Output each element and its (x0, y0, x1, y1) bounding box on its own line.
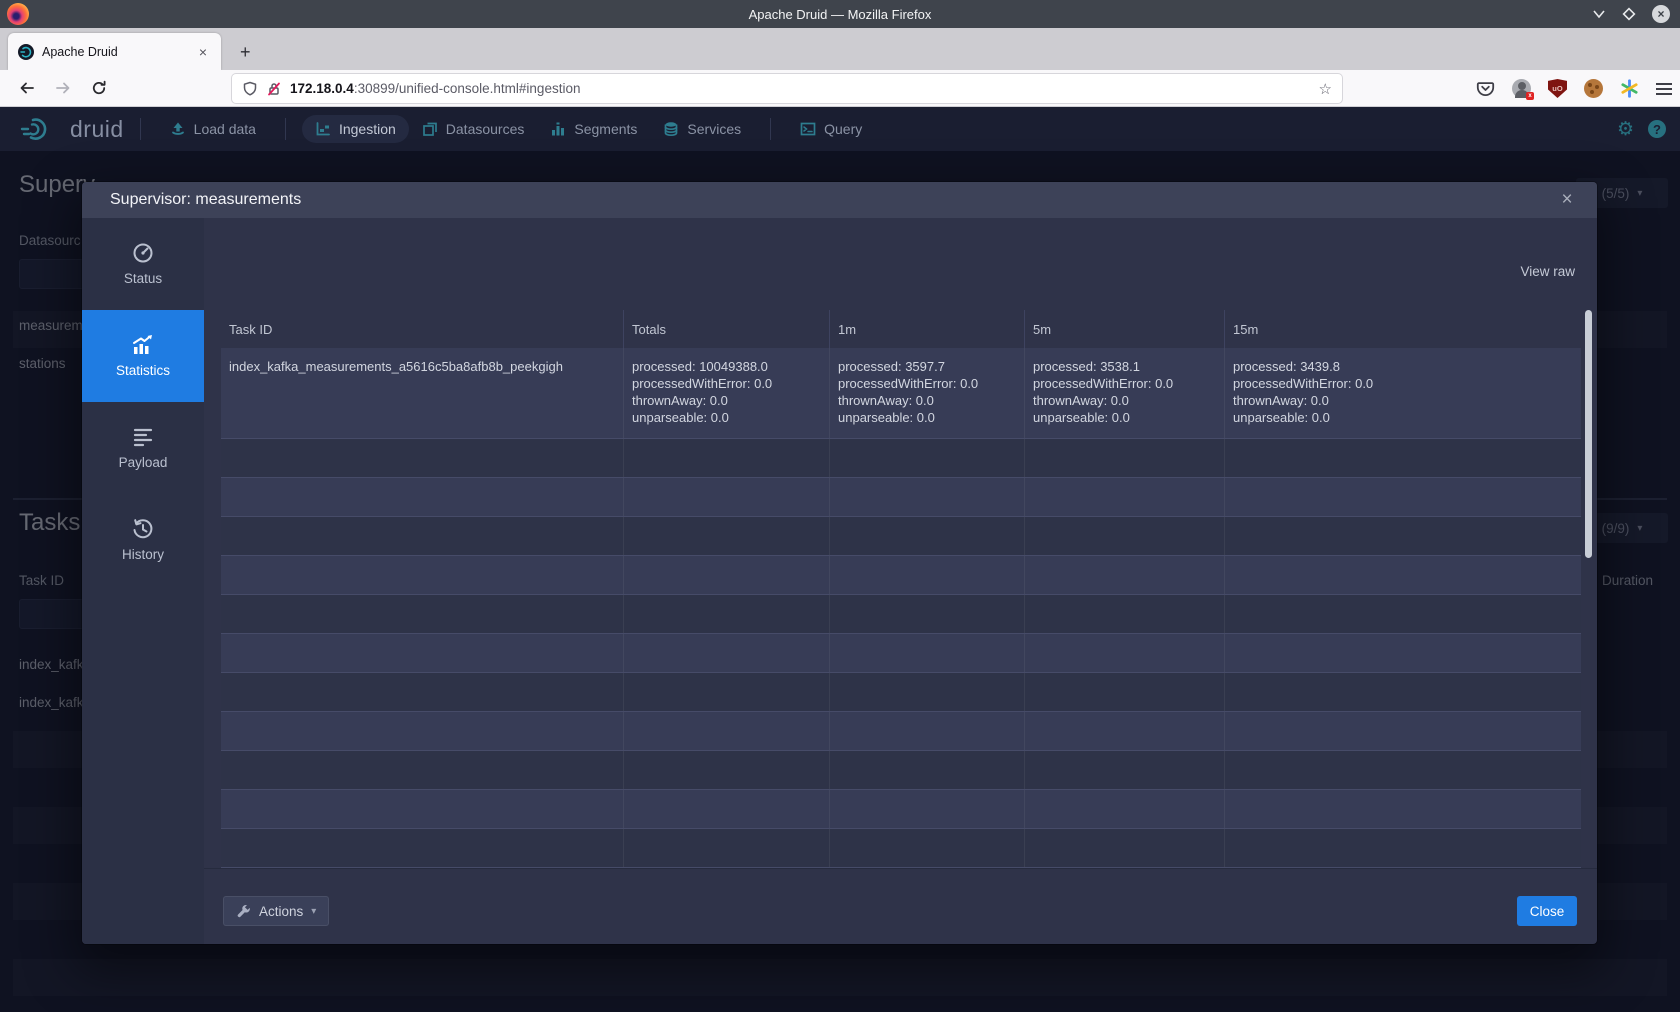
druid-logo-icon (20, 114, 62, 144)
druid-brand-text: druid (70, 116, 124, 143)
history-clock-icon (132, 518, 154, 540)
table-row[interactable]: index_kafka_measurements_a5616c5ba8afb8b… (221, 348, 1581, 438)
druid-logo[interactable]: druid (20, 114, 124, 144)
table-row (221, 477, 1581, 516)
nav-item-segments[interactable]: Segments (537, 115, 650, 143)
chart-increase-icon (131, 334, 155, 356)
cell-5m: processed: 3538.1 processedWithError: 0.… (1024, 348, 1224, 438)
view-raw-link[interactable]: View raw (1520, 264, 1575, 279)
firefox-logo-icon (7, 3, 29, 25)
ublock-origin-icon[interactable]: uO (1548, 79, 1567, 98)
tab-title: Apache Druid (42, 45, 187, 59)
window-titlebar: Apache Druid — Mozilla Firefox × (0, 0, 1680, 28)
table-row (221, 711, 1581, 750)
dialog-close-icon[interactable]: × (1555, 188, 1579, 212)
table-row (221, 789, 1581, 828)
chevron-down-icon: ▾ (311, 906, 316, 917)
table-row (221, 672, 1581, 711)
window-minimize-icon[interactable] (1592, 7, 1606, 21)
nav-divider (140, 118, 141, 140)
segments-icon (550, 121, 566, 137)
url-bar[interactable]: 172.18.0.4:30899/unified-console.html#in… (232, 74, 1342, 103)
cell-1m: processed: 3597.7 processedWithError: 0.… (829, 348, 1024, 438)
table-row (221, 750, 1581, 789)
colorful-extension-icon[interactable] (1620, 79, 1639, 98)
help-icon[interactable]: ? (1648, 120, 1666, 138)
table-row (221, 633, 1581, 672)
nav-item-load-data[interactable]: Load data (157, 115, 269, 143)
cookie-extension-icon[interactable] (1584, 79, 1603, 98)
dialog-content: View raw Task ID Totals 1m 5m 15m index_… (204, 218, 1597, 868)
url-text[interactable]: 172.18.0.4:30899/unified-console.html#in… (290, 81, 1311, 96)
empty-rows (221, 438, 1581, 868)
table-scrollbar[interactable] (1585, 310, 1592, 558)
insecure-lock-icon[interactable] (266, 81, 282, 97)
dialog-header: Supervisor: measurements × (82, 182, 1597, 218)
upload-icon (170, 121, 186, 137)
tab-statistics[interactable]: Statistics (82, 310, 204, 402)
tracking-shield-icon[interactable] (242, 81, 258, 97)
tab-close-icon[interactable]: × (195, 43, 211, 61)
pocket-icon[interactable] (1476, 79, 1495, 98)
druid-favicon (18, 44, 34, 60)
nav-divider (285, 118, 286, 140)
dialog-sidebar: Status Statistics Pay (82, 218, 204, 944)
col-header-totals[interactable]: Totals (623, 310, 829, 348)
back-icon[interactable] (12, 74, 42, 102)
table-row (221, 594, 1581, 633)
nav-item-datasources[interactable]: Datasources (409, 115, 538, 143)
col-header-task-id[interactable]: Task ID (221, 310, 623, 348)
tab-payload[interactable]: Payload (82, 402, 204, 494)
screen: Apache Druid — Mozilla Firefox × Apache … (0, 0, 1680, 1012)
window-close-icon[interactable]: × (1652, 5, 1670, 23)
table-row (221, 555, 1581, 594)
nav-item-ingestion[interactable]: Ingestion (302, 115, 409, 143)
new-tab-button[interactable]: + (232, 40, 259, 64)
window-title: Apache Druid — Mozilla Firefox (0, 7, 1680, 22)
datasources-icon (422, 121, 438, 137)
dialog-title: Supervisor: measurements (110, 191, 301, 209)
cell-15m: processed: 3439.8 processedWithError: 0.… (1224, 348, 1581, 438)
tab-status[interactable]: Status (82, 218, 204, 310)
dashboard-gauge-icon (132, 242, 154, 264)
col-header-15m[interactable]: 15m (1224, 310, 1581, 348)
druid-navbar: druid Load data Ingestion Datasources (0, 107, 1680, 151)
reload-icon[interactable] (84, 74, 114, 102)
tab-bar: Apache Druid × + (0, 28, 1680, 70)
settings-gear-icon[interactable]: ⚙ (1617, 120, 1634, 139)
account-extension-icon[interactable]: x (1512, 79, 1531, 98)
url-path: :30899/unified-console.html#ingestion (354, 81, 581, 96)
services-icon (663, 121, 679, 137)
query-icon (800, 121, 816, 137)
statistics-table: Task ID Totals 1m 5m 15m index_kafka_mea… (221, 310, 1581, 868)
cell-task-id: index_kafka_measurements_a5616c5ba8afb8b… (221, 348, 623, 438)
actions-button[interactable]: Actions ▾ (223, 896, 329, 926)
browser-tab-apache-druid[interactable]: Apache Druid × (8, 33, 221, 70)
table-row (221, 438, 1581, 477)
url-host: 172.18.0.4 (290, 81, 354, 96)
supervisor-dialog: Supervisor: measurements × Status (82, 182, 1597, 944)
browser-toolbar: 172.18.0.4:30899/unified-console.html#in… (0, 70, 1680, 107)
wrench-icon (236, 904, 251, 919)
nav-divider (770, 118, 771, 140)
table-row (221, 516, 1581, 555)
align-left-text-icon (132, 426, 154, 448)
ingestion-icon (315, 121, 331, 137)
window-maximize-icon[interactable] (1622, 7, 1636, 21)
col-header-1m[interactable]: 1m (829, 310, 1024, 348)
menu-icon[interactable] (1656, 83, 1672, 95)
col-header-5m[interactable]: 5m (1024, 310, 1224, 348)
nav-item-services[interactable]: Services (650, 115, 754, 143)
table-header-row: Task ID Totals 1m 5m 15m (221, 310, 1581, 348)
nav-item-query[interactable]: Query (787, 115, 875, 143)
close-button[interactable]: Close (1517, 896, 1577, 926)
dialog-footer: Actions ▾ Close (204, 868, 1597, 944)
table-row (221, 828, 1581, 867)
bookmark-star-icon[interactable]: ☆ (1319, 80, 1332, 98)
tab-history[interactable]: History (82, 494, 204, 586)
cell-totals: processed: 10049388.0 processedWithError… (623, 348, 829, 438)
forward-icon[interactable] (48, 74, 78, 102)
